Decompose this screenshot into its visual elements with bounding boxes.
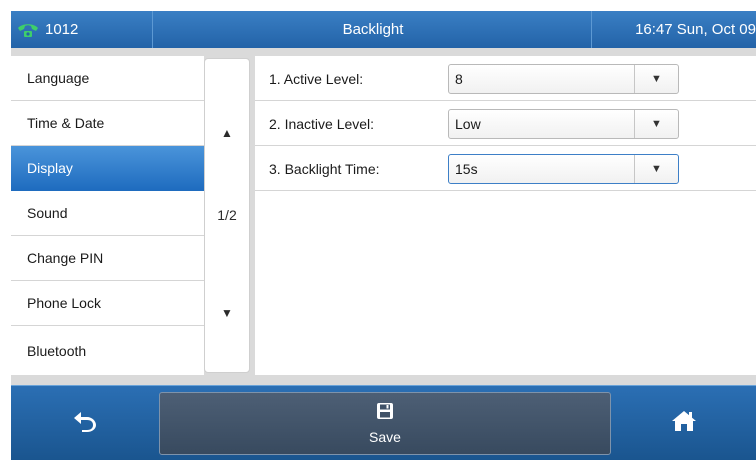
select-value: 8 [455, 71, 463, 87]
phone-screen: 1012 Backlight 16:47 Sun, Oct 09 Languag… [11, 11, 756, 460]
active-level-select[interactable]: 8 ▼ [448, 64, 679, 94]
setting-row-backlight-time: 3. Backlight Time: 15s ▼ [255, 146, 756, 191]
page-indicator: 1/2 [217, 207, 237, 223]
dropdown-arrow-icon[interactable]: ▼ [634, 65, 678, 93]
softkey-bar: Save [11, 385, 756, 460]
select-value: 15s [455, 161, 478, 177]
setting-row-inactive-level: 2. Inactive Level: Low ▼ [255, 101, 756, 146]
account-number: 1012 [45, 21, 79, 38]
menu-item-label: Bluetooth [27, 342, 87, 359]
account-indicator: 1012 [11, 11, 153, 48]
setting-label: 2. Inactive Level: [269, 115, 375, 132]
select-value: Low [455, 116, 481, 132]
floppy-disk-icon [376, 402, 394, 425]
menu-item-label: Sound [27, 205, 68, 221]
menu-item-phone-lock[interactable]: Phone Lock [11, 281, 204, 326]
triangle-up-icon[interactable]: ▲ [205, 121, 249, 145]
setting-row-active-level: 1. Active Level: 8 ▼ [255, 56, 756, 101]
main-body: Language Time & Date Display Sound Chang… [11, 48, 756, 385]
inactive-level-select[interactable]: Low ▼ [448, 109, 679, 139]
save-label: Save [369, 429, 401, 445]
menu-item-label: Change PIN [27, 250, 104, 266]
phone-frame: 1012 Backlight 16:47 Sun, Oct 09 Languag… [0, 0, 756, 460]
menu-item-display[interactable]: Display [11, 146, 204, 191]
settings-menu: Language Time & Date Display Sound Chang… [11, 56, 204, 375]
menu-item-label: Phone Lock [27, 295, 101, 311]
back-arrow-icon [72, 410, 98, 437]
triangle-down-icon[interactable]: ▼ [205, 301, 249, 325]
menu-item-time-date[interactable]: Time & Date [11, 101, 204, 146]
settings-panel: 1. Active Level: 8 ▼ 2. Inactive Level: … [255, 56, 756, 375]
phone-handset-icon [15, 20, 41, 40]
menu-item-bluetooth[interactable]: Bluetooth [11, 326, 204, 375]
menu-item-label: Language [27, 70, 90, 86]
backlight-time-select[interactable]: 15s ▼ [448, 154, 679, 184]
date-time: 16:47 Sun, Oct 09 [591, 11, 756, 48]
menu-item-label: Time & Date [27, 115, 105, 131]
menu-item-language[interactable]: Language [11, 56, 204, 101]
title-bar: 1012 Backlight 16:47 Sun, Oct 09 [11, 11, 756, 48]
menu-item-label: Display [27, 160, 73, 176]
setting-label: 1. Active Level: [269, 70, 364, 87]
setting-label: 3. Backlight Time: [269, 160, 380, 177]
dropdown-arrow-icon[interactable]: ▼ [634, 155, 678, 183]
save-button[interactable]: Save [159, 392, 611, 455]
home-button[interactable] [611, 386, 756, 460]
page-scroller: ▲ 1/2 ▼ [204, 58, 250, 373]
menu-item-sound[interactable]: Sound [11, 191, 204, 236]
home-icon [671, 410, 697, 437]
dropdown-arrow-icon[interactable]: ▼ [634, 110, 678, 138]
menu-item-change-pin[interactable]: Change PIN [11, 236, 204, 281]
page-title: Backlight [342, 21, 404, 38]
back-button[interactable] [11, 386, 159, 460]
